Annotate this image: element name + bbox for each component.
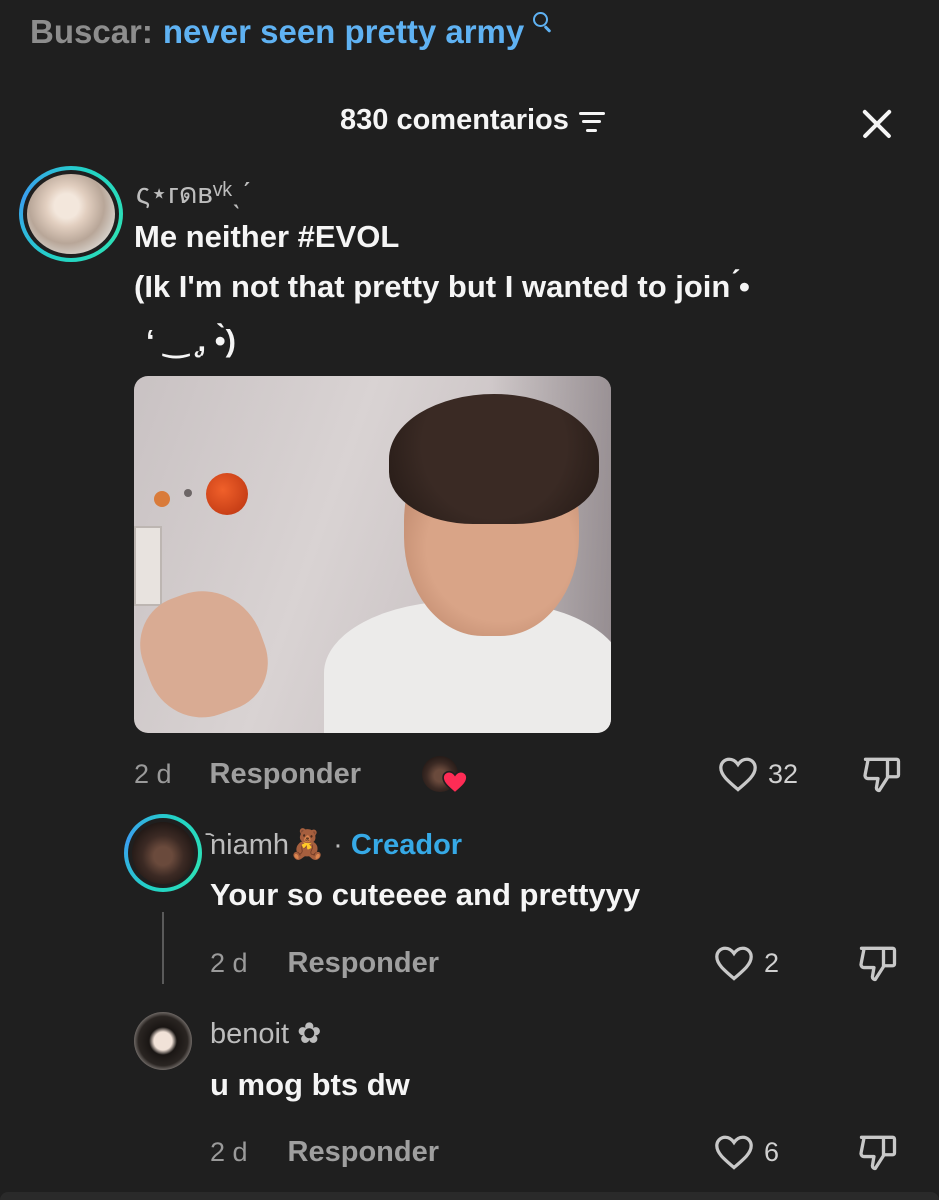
dislike-icon[interactable] — [856, 941, 900, 985]
reply-button[interactable]: Responder — [288, 1136, 439, 1169]
search-bar[interactable]: Buscar: never seen pretty army — [30, 10, 554, 54]
avatar[interactable] — [134, 1012, 192, 1070]
heart-icon[interactable] — [718, 756, 758, 792]
timestamp: 2 d — [210, 947, 248, 978]
like-button[interactable]: 2 — [714, 943, 779, 983]
timestamp: 2 d — [134, 758, 172, 789]
comment-text-line: Me neither #EVOL — [134, 219, 400, 254]
avatar[interactable] — [124, 814, 202, 892]
reply-actions: 2 d Responder — [210, 943, 439, 983]
comment-actions: 2 d Responder — [134, 754, 361, 794]
search-query[interactable]: never seen pretty army — [163, 13, 524, 51]
like-count: 2 — [764, 947, 780, 978]
avatar[interactable] — [19, 166, 123, 262]
reply-username-row: ᷆niamh🧸 · Creador — [210, 828, 462, 862]
comments-sort-toggle[interactable]: 830 comentarios — [340, 104, 607, 137]
reply-button[interactable]: Responder — [288, 947, 439, 980]
dislike-icon[interactable] — [860, 752, 904, 796]
comment-text-line: ‘ ‿ ̨, •̀) — [146, 323, 236, 358]
reply-text: u mog bts dw — [210, 1067, 410, 1102]
heart-icon — [442, 770, 468, 794]
comment-photo[interactable] — [134, 376, 611, 733]
comment-text-line: (Ik I'm not that pretty but I wanted to … — [134, 269, 750, 304]
reply-username[interactable]: ᷆niamh🧸 — [210, 829, 325, 861]
like-count: 32 — [768, 758, 799, 789]
thread-line — [162, 912, 164, 984]
search-prefix: Buscar: — [30, 13, 153, 50]
close-icon[interactable] — [856, 104, 896, 144]
search-icon[interactable] — [530, 10, 554, 40]
comments-screen: Buscar: never seen pretty army 830 comen… — [0, 0, 939, 1200]
comments-header: 830 comentarios — [0, 100, 939, 148]
creator-badge: Creador — [350, 829, 463, 861]
timestamp: 2 d — [210, 1136, 248, 1167]
comment-username[interactable]: ς⋆гดʙᵛᵏˎˊ — [136, 170, 251, 216]
heart-icon[interactable] — [714, 945, 754, 981]
like-count: 6 — [764, 1136, 780, 1167]
reply-button[interactable]: Responder — [210, 758, 361, 791]
sort-icon[interactable] — [577, 110, 607, 132]
reply-actions: 2 d Responder — [210, 1132, 439, 1172]
reply-username[interactable]: benoit ✿ — [210, 1016, 321, 1051]
comment-count: 830 comentarios — [340, 104, 569, 136]
creator-liked-badge — [422, 756, 468, 796]
comment-input-bar[interactable] — [0, 1192, 939, 1200]
dislike-icon[interactable] — [856, 1130, 900, 1174]
like-button[interactable]: 6 — [714, 1132, 779, 1172]
like-button[interactable]: 32 — [718, 754, 798, 794]
badge-separator: · — [333, 829, 343, 861]
heart-icon[interactable] — [714, 1134, 754, 1170]
reply-text: Your so cuteeee and prettyyy — [210, 877, 641, 912]
